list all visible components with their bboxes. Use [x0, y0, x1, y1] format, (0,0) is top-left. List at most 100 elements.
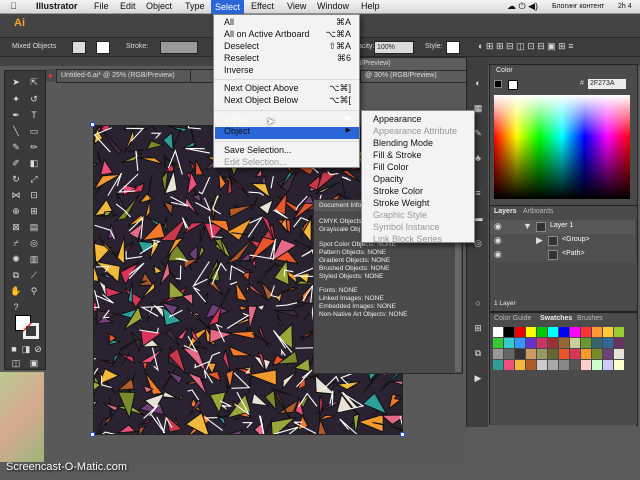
screen-mode-icon[interactable]: ▣ — [28, 357, 40, 369]
layer-name[interactable]: <Path> — [562, 250, 585, 257]
swatch[interactable] — [581, 338, 591, 348]
swatch[interactable] — [504, 327, 514, 337]
bounding-handle[interactable] — [400, 432, 405, 437]
swatch[interactable] — [614, 327, 624, 337]
draw-mode-icon[interactable]: ◫ — [10, 357, 22, 369]
menu-app[interactable]: Illustrator — [36, 1, 78, 11]
menu-window[interactable]: Window — [317, 1, 349, 11]
swatch[interactable] — [504, 349, 514, 359]
menu-object[interactable]: Object — [146, 1, 172, 11]
type-tool-icon[interactable]: T — [28, 109, 40, 121]
swatch[interactable] — [614, 360, 624, 370]
pathfinder-panel-icon[interactable]: ⧉ — [472, 347, 484, 359]
swatch[interactable] — [592, 360, 602, 370]
menu-item-inverse[interactable]: Inverse — [224, 65, 254, 75]
tab-color-guide[interactable]: Color Guide — [494, 315, 531, 322]
artboard-tool-icon[interactable]: ⧉ — [10, 269, 22, 281]
scale-icon[interactable]: ⤢ — [28, 173, 40, 185]
menu-edit[interactable]: Edit — [120, 1, 136, 11]
disclosure-triangle-icon[interactable]: ▶ — [536, 235, 543, 246]
color-mode-icon[interactable]: ■ — [8, 343, 20, 355]
color-stroke-swatch[interactable] — [508, 80, 518, 90]
submenu-item-appearance[interactable]: Appearance — [373, 114, 422, 124]
layer-row[interactable]: ◉ ▼ Layer 1 — [490, 220, 635, 234]
swatch[interactable] — [614, 338, 624, 348]
layer-row[interactable]: ◉ ▶ <Group> — [490, 234, 635, 248]
menu-item-same[interactable]: Same — [224, 114, 248, 124]
control-icons[interactable]: ◐ ⊞ ⊞ ⊟ ◫ ⊡ ⊟ ▣ ⊞ ≡ — [478, 41, 573, 52]
document-tab-1[interactable]: Untitled-6.ai* @ 25% (RGB/Preview) — [56, 69, 202, 83]
swatch[interactable] — [526, 327, 536, 337]
layer-row[interactable]: ◉ <Path> — [490, 248, 635, 262]
hex-field[interactable]: 2F273A — [588, 79, 626, 89]
swatch[interactable] — [515, 349, 525, 359]
mesh-icon[interactable]: ⊠ — [10, 221, 22, 233]
swatch[interactable] — [504, 360, 514, 370]
none-mode-icon[interactable]: ⊘ — [32, 343, 44, 355]
menu-item-reselect[interactable]: Reselect — [224, 53, 259, 63]
swatch[interactable] — [614, 349, 624, 359]
submenu-item-stroke-weight[interactable]: Stroke Weight — [373, 198, 429, 208]
blend-icon[interactable]: ◎ — [28, 237, 40, 249]
play-icon[interactable]: ▶ — [472, 372, 484, 384]
swatch[interactable] — [559, 349, 569, 359]
help-icon[interactable]: ? — [10, 301, 22, 313]
swatch[interactable] — [570, 327, 580, 337]
visibility-eye-icon[interactable]: ◉ — [494, 249, 502, 260]
opacity-field[interactable]: 100% — [374, 41, 414, 54]
swatch[interactable] — [603, 360, 613, 370]
swatch[interactable] — [515, 338, 525, 348]
swatch[interactable] — [559, 338, 569, 348]
color-spectrum[interactable] — [494, 95, 630, 199]
swatch[interactable] — [603, 327, 613, 337]
menu-item-object[interactable]: Object — [224, 126, 250, 136]
menu-help[interactable]: Help — [361, 1, 380, 11]
swatch[interactable] — [526, 349, 536, 359]
swatch[interactable] — [537, 327, 547, 337]
graph-tool-icon[interactable]: ▥ — [28, 253, 40, 265]
submenu-item-opacity[interactable]: Opacity — [373, 174, 404, 184]
swatch[interactable] — [548, 360, 558, 370]
menu-item-all-artboard[interactable]: All on Active Artboard — [224, 29, 310, 39]
gradient-mode-icon[interactable]: ◨ — [20, 343, 32, 355]
document-tab-3[interactable]: @ 30% (RGB/Preview) — [360, 69, 471, 83]
swatch[interactable] — [515, 360, 525, 370]
tab-swatches[interactable]: Swatches — [540, 315, 572, 322]
rectangle-tool-icon[interactable]: ▭ — [28, 125, 40, 137]
swatch[interactable] — [537, 360, 547, 370]
submenu-item-fill-color[interactable]: Fill Color — [373, 162, 409, 172]
swatch[interactable] — [592, 338, 602, 348]
paintbrush-icon[interactable]: ✎ — [10, 141, 22, 153]
submenu-item-appearance-attribute[interactable]: Appearance Attribute — [373, 126, 457, 136]
layer-name[interactable]: <Group> — [562, 236, 590, 243]
align-panel-icon[interactable]: ⊞ — [472, 322, 484, 334]
submenu-item-stroke-color[interactable]: Stroke Color — [373, 186, 423, 196]
swatch[interactable] — [592, 349, 602, 359]
swatch[interactable] — [592, 327, 602, 337]
swatch[interactable] — [537, 349, 547, 359]
swatch[interactable] — [515, 327, 525, 337]
menu-item-all[interactable]: All — [224, 17, 234, 27]
bounding-handle[interactable] — [90, 122, 95, 127]
submenu-item-link-block-series[interactable]: Link Block Series — [373, 234, 442, 244]
perspective-grid-icon[interactable]: ⊞ — [28, 205, 40, 217]
zoom-tool-icon[interactable]: ⚲ — [28, 285, 40, 297]
menu-item-deselect[interactable]: Deselect — [224, 41, 259, 51]
submenu-item-symbol-instance[interactable]: Symbol Instance — [373, 222, 440, 232]
eraser-icon[interactable]: ◧ — [28, 157, 40, 169]
swatch[interactable] — [504, 338, 514, 348]
hand-tool-icon[interactable]: ✋ — [10, 285, 22, 297]
swatch[interactable] — [603, 338, 613, 348]
swatch[interactable] — [581, 327, 591, 337]
swatch[interactable] — [493, 360, 503, 370]
color-panel-icon[interactable]: ◐ — [472, 77, 484, 89]
selection-tool-icon[interactable]: ➤ — [10, 76, 22, 88]
submenu-item-graphic-style[interactable]: Graphic Style — [373, 210, 427, 220]
tab-layers[interactable]: Layers — [494, 208, 517, 215]
tab-brushes[interactable]: Brushes — [577, 315, 603, 322]
stroke-swatch[interactable] — [96, 41, 110, 54]
graphic-style-swatch[interactable] — [446, 41, 460, 54]
swatch[interactable] — [493, 349, 503, 359]
visibility-eye-icon[interactable]: ◉ — [494, 221, 502, 232]
pen-tool-icon[interactable]: ✒ — [10, 109, 22, 121]
